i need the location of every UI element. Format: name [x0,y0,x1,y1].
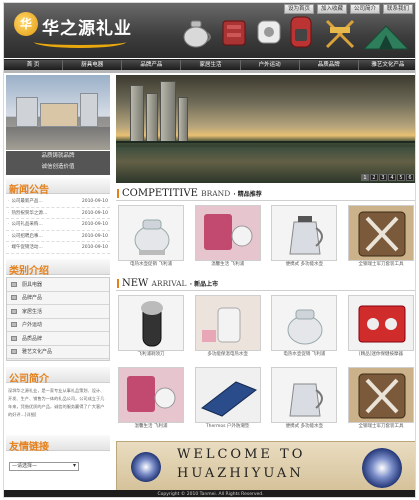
thermos-image [257,20,281,44]
category-item[interactable]: 品牌产品 [7,291,109,305]
kettle-image [183,20,211,48]
toolset-image [222,20,246,46]
banner-image: 1 2 3 4 5 6 [116,75,415,183]
product-card[interactable]: [精品]迷你保健按摩器 [347,295,414,359]
banner-page-5[interactable]: 5 [397,174,405,181]
left-column: 品质铸就品牌 诚信创造价值 新闻公告 公司最新产品…2010-09-10 热烈祝… [6,75,110,497]
nav-item-kitchen[interactable]: 厨具电器 [63,60,123,70]
nav-item-home[interactable]: 首 页 [4,60,64,70]
building-caption: 品质铸就品牌 诚信创造价值 [6,151,110,175]
right-column: 1 2 3 4 5 6 COMPETITIVE BRAND · 精品推荐 电热水… [116,75,415,497]
category-item[interactable]: 雅艺文化产品 [7,345,109,359]
product-knife-set-image[interactable] [347,205,414,261]
banner-page-3[interactable]: 3 [379,174,387,181]
product-massager-image[interactable] [347,295,414,351]
product-insulated-kettle-image[interactable] [194,295,261,351]
main-nav: 首 页 厨具电器 品牌产品 家居生活 户外运动 品质品牌 雅艺文化产品 [4,59,415,70]
building-image [6,75,110,150]
news-item[interactable]: 公司最新产品…2010-09-10 [6,196,110,208]
category-bullet-icon [11,335,17,341]
product-shaver-image[interactable] [118,295,184,351]
product-card[interactable]: 温馨生活 飞利浦 [194,205,261,269]
heading-accent-bar [117,189,119,198]
page: 华 华之源礼业 设为首页 加入收藏 公司简介 联系我们 首 页 厨具电器 品牌产… [3,2,416,498]
category-bullet-icon [11,349,17,355]
category-item[interactable]: 户外运动 [7,318,109,332]
product-water-kettle-image[interactable] [271,367,338,423]
subnav-bar [4,70,415,73]
chair-image [325,19,355,49]
product-mat-image[interactable] [194,367,261,423]
category-bullet-icon [11,308,17,314]
logo-swoosh [34,36,126,48]
product-card[interactable]: 电热水壶促销 飞利浦 [271,295,338,359]
backpack-image [290,16,312,48]
jewelry-pendant-image [362,448,402,488]
intro-text: 深圳华之源礼业，是一家专业从事礼品策划、设计、开发、生产、销售为一体的礼品公司，… [8,388,105,417]
new-arrival-header: NEW ARRIVAL · 新品上市 [116,277,415,291]
product-water-kettle-image[interactable] [271,205,338,261]
product-card[interactable]: 便携式 多功能水壶 [271,367,338,431]
category-bullet-icon [11,295,17,301]
links-section-title: 友情链接 [6,435,110,453]
category-list: 厨具电器 品牌产品 家居生活 户外运动 品质品牌 雅艺文化产品 [6,277,110,361]
welcome-banner: WELCOME TO HUAZHIYUAN [116,441,415,492]
product-card[interactable]: 全钢瑞士军刀套装工具 [347,367,414,431]
news-item[interactable]: 公司招聘启事…2010-09-10 [6,231,110,242]
news-item[interactable]: 端午促销活动…2010-09-10 [6,242,110,254]
product-knife-set-image[interactable] [347,367,414,423]
product-card[interactable]: 全钢瑞士军刀套装工具 [347,205,414,269]
nav-item-outdoor[interactable]: 户外运动 [241,60,300,70]
top-link-favorite[interactable]: 加入收藏 [316,4,347,14]
heading-accent-bar [117,279,119,288]
category-item[interactable]: 厨具电器 [7,278,109,292]
tent-image [362,25,410,50]
nav-item-culture[interactable]: 雅艺文化产品 [359,60,415,70]
top-link-about[interactable]: 公司简介 [349,4,380,14]
top-link-contact[interactable]: 联系我们 [382,4,413,14]
category-item[interactable]: 品质品牌 [7,332,109,346]
category-bullet-icon [11,322,17,328]
new-arrival-products-row-1: 飞利浦剃须刀 多功能保温电热水壶 电热水壶促销 飞利浦 [精品]迷你保健按摩器 [116,295,415,359]
footer: Copyright © 2010 Tanmei. All Rights Rese… [4,490,415,497]
product-card[interactable]: 便携式 多功能水壶 [271,205,338,269]
news-item[interactable]: 热烈祝贺华之源…2010-09-10 [6,208,110,219]
news-list: 公司最新产品…2010-09-10 热烈祝贺华之源…2010-09-10 公司礼… [6,196,110,254]
banner-page-4[interactable]: 4 [388,174,396,181]
category-bullet-icon [11,281,17,287]
nav-item-home-life[interactable]: 家居生活 [181,60,241,70]
category-item[interactable]: 家居生活 [7,305,109,319]
nav-item-quality[interactable]: 品质品牌 [300,60,359,70]
banner-page-2[interactable]: 2 [370,174,378,181]
product-card[interactable]: 温馨生活 飞利浦 [118,367,184,431]
nav-item-brand-products[interactable]: 品牌产品 [122,60,182,70]
product-card[interactable]: 飞利浦剃须刀 [118,295,184,359]
competitive-products: 电热水壶促销 飞利浦 温馨生活 飞利浦 便携式 多功能水壶 全钢瑞士军刀套装工具 [116,205,415,269]
news-item[interactable]: 公司礼品采购…2010-09-10 [6,219,110,231]
news-section-title: 新闻公告 [6,178,110,196]
new-arrival-products-row-2: 温馨生活 飞利浦 Thermos 户外防潮垫 便携式 多功能水壶 全钢瑞士军刀套… [116,367,415,431]
header: 华 华之源礼业 设为首页 加入收藏 公司简介 联系我们 [4,3,415,58]
category-section-title: 类别介绍 [6,259,110,277]
competitive-brand-header: COMPETITIVE BRAND · 精品推荐 [116,187,415,201]
banner-pager: 1 2 3 4 5 6 [361,174,414,181]
intro-section-title: 公司简介 [6,367,110,385]
product-cosmetic-image[interactable] [194,205,261,261]
product-cosmetic-image[interactable] [118,367,184,423]
product-kettle-image[interactable] [118,205,184,261]
product-electric-kettle-image[interactable] [271,295,338,351]
product-card[interactable]: Thermos 户外防潮垫 [194,367,261,431]
logo-emblem-icon[interactable]: 华 [14,12,38,36]
friend-links-select[interactable]: —请选择— [9,462,79,471]
product-card[interactable]: 电热水壶促销 飞利浦 [118,205,184,269]
jewelry-ring-image [131,452,161,482]
product-card[interactable]: 多功能保温电热水壶 [194,295,261,359]
banner-page-1[interactable]: 1 [361,174,369,181]
banner-page-6[interactable]: 6 [406,174,414,181]
